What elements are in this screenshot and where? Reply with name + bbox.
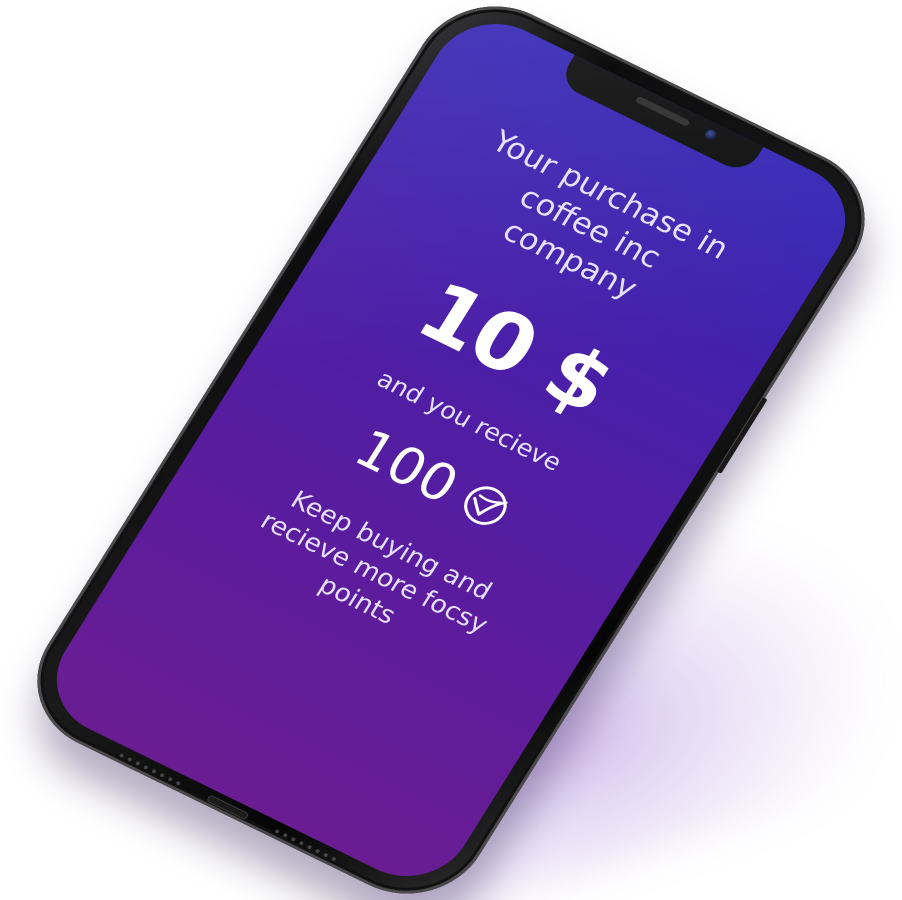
front-camera-icon — [702, 127, 719, 142]
check-circle-icon — [454, 478, 516, 534]
points-value: 100 — [343, 417, 470, 516]
scene: Your purchase in coffee inc company 10 $… — [0, 0, 902, 900]
